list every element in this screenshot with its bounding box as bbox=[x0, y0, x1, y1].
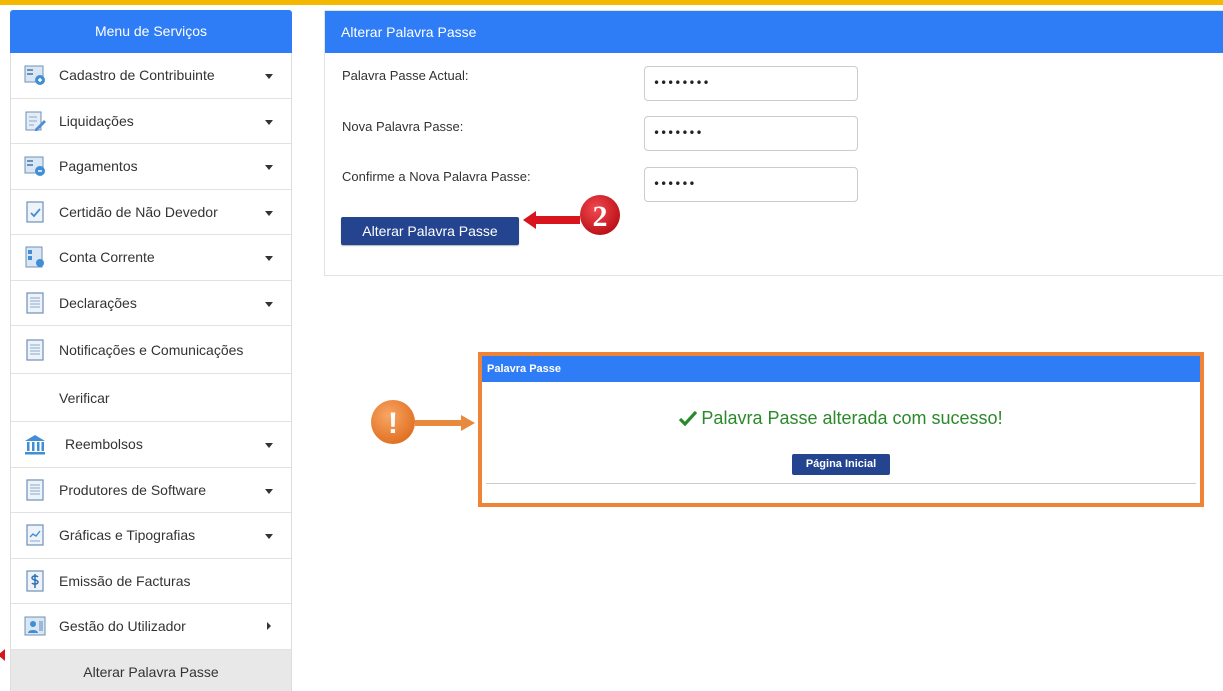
sidebar-item-label: Pagamentos bbox=[59, 158, 138, 175]
chevron-down-icon bbox=[265, 488, 273, 494]
chevron-down-icon bbox=[265, 443, 273, 449]
current-password-row: Palavra Passe Actual: bbox=[342, 68, 468, 83]
form-icon bbox=[24, 65, 45, 86]
sidebar-item-label: Reembolsos bbox=[65, 436, 143, 453]
current-password-field[interactable]: •••••••• bbox=[644, 66, 858, 101]
sidebar-item-gestao-utilizador[interactable]: Gestão do Utilizador bbox=[11, 604, 291, 650]
home-page-button[interactable]: Página Inicial bbox=[792, 454, 890, 475]
user-management-icon bbox=[24, 616, 46, 636]
sidebar-subitem-alterar-palavra-passe[interactable]: Alterar Palavra Passe bbox=[11, 649, 291, 691]
arrow-right-icon bbox=[415, 415, 475, 431]
confirm-password-field[interactable]: •••••• bbox=[644, 167, 858, 202]
print-icon bbox=[26, 524, 44, 546]
sidebar-item-liquidacoes[interactable]: Liquidações bbox=[11, 98, 291, 144]
sidebar-subitem-label: Alterar Palavra Passe bbox=[83, 664, 219, 680]
bank-icon bbox=[25, 435, 45, 455]
confirm-password-label: Confirme a Nova Palavra Passe: bbox=[342, 169, 531, 184]
arrow-left-icon bbox=[523, 211, 580, 229]
sidebar-item-label: Gestão do Utilizador bbox=[59, 618, 186, 635]
sidebar-item-label: Notificações e Comunicações bbox=[59, 341, 244, 358]
alert-symbol: ! bbox=[388, 407, 398, 440]
sidebar-item-graficas[interactable]: Gráficas e Tipografias bbox=[11, 513, 291, 559]
success-dialog: Palavra Passe Palavra Passe alterada com… bbox=[478, 352, 1204, 507]
sidebar-item-label: Certidão de Não Devedor bbox=[59, 203, 218, 220]
step-number: 2 bbox=[593, 200, 608, 233]
chevron-down-icon bbox=[265, 74, 273, 80]
sidebar-item-verificar[interactable]: Verificar bbox=[11, 374, 291, 422]
edit-form-icon bbox=[25, 111, 46, 131]
chevron-down-icon bbox=[265, 210, 273, 216]
top-accent-bar bbox=[0, 0, 1223, 5]
change-password-panel: Alterar Palavra Passe Palavra Passe Actu… bbox=[324, 10, 1223, 276]
sidebar-item-pagamentos[interactable]: Pagamentos bbox=[11, 144, 291, 190]
sidebar-item-label: Gráficas e Tipografias bbox=[59, 527, 196, 544]
check-icon bbox=[679, 410, 698, 426]
service-menu-sidebar: Menu de Serviços Cadastro de Contribuint… bbox=[10, 10, 292, 691]
sidebar-item-reembolsos[interactable]: Reembolsos bbox=[11, 422, 291, 468]
new-password-row: Nova Palavra Passe: bbox=[342, 119, 463, 134]
chevron-down-icon bbox=[265, 256, 273, 262]
service-menu: Cadastro de Contribuinte Liquidações Pag… bbox=[10, 53, 292, 691]
pointer-arrow-icon bbox=[0, 649, 5, 661]
new-password-field[interactable]: ••••••• bbox=[644, 116, 858, 151]
confirm-password-row: Confirme a Nova Palavra Passe: bbox=[342, 169, 531, 184]
document-icon bbox=[26, 479, 44, 501]
chevron-down-icon bbox=[265, 534, 273, 540]
sidebar-item-conta-corrente[interactable]: Conta Corrente bbox=[11, 235, 291, 281]
chevron-down-icon bbox=[265, 165, 273, 171]
change-password-button[interactable]: Alterar Palavra Passe bbox=[341, 217, 519, 245]
step-callout: 2 bbox=[523, 195, 620, 235]
success-message: Palavra Passe alterada com sucesso! bbox=[486, 408, 1196, 429]
account-icon bbox=[25, 246, 44, 268]
sidebar-item-cadastro[interactable]: Cadastro de Contribuinte bbox=[11, 53, 291, 99]
sidebar-item-notificacoes[interactable]: Notificações e Comunicações bbox=[11, 326, 291, 374]
alert-callout: ! bbox=[371, 400, 475, 444]
document-icon bbox=[26, 292, 44, 314]
panel-title: Alterar Palavra Passe bbox=[325, 11, 1223, 53]
sidebar-item-label: Cadastro de Contribuinte bbox=[59, 67, 215, 84]
sidebar-item-produtores-software[interactable]: Produtores de Software bbox=[11, 467, 291, 513]
sidebar-item-emissao-facturas[interactable]: Emissão de Facturas bbox=[11, 558, 291, 604]
sidebar-item-label: Emissão de Facturas bbox=[59, 572, 191, 589]
success-message-text: Palavra Passe alterada com sucesso! bbox=[701, 408, 1003, 428]
dialog-body: Palavra Passe alterada com sucesso! Pági… bbox=[486, 382, 1196, 484]
form-icon bbox=[24, 156, 45, 177]
sidebar-item-label: Liquidações bbox=[59, 112, 134, 129]
sidebar-item-label: Conta Corrente bbox=[59, 249, 155, 266]
chevron-down-icon bbox=[265, 119, 273, 125]
document-icon bbox=[26, 338, 44, 361]
sidebar-item-declaracoes[interactable]: Declarações bbox=[11, 280, 291, 326]
certificate-icon bbox=[26, 201, 44, 223]
sidebar-item-label: Produtores de Software bbox=[59, 481, 207, 498]
sidebar-item-label: Declarações bbox=[59, 294, 137, 311]
sidebar-item-label: Verificar bbox=[59, 389, 110, 406]
sidebar-item-certidao[interactable]: Certidão de Não Devedor bbox=[11, 189, 291, 235]
sidebar-title: Menu de Serviços bbox=[10, 10, 292, 53]
invoice-icon bbox=[26, 570, 44, 592]
dialog-title: Palavra Passe bbox=[482, 356, 1200, 382]
new-password-label: Nova Palavra Passe: bbox=[342, 119, 464, 134]
chevron-down-icon bbox=[265, 301, 273, 307]
chevron-right-icon bbox=[267, 622, 271, 631]
current-password-label: Palavra Passe Actual: bbox=[342, 68, 469, 83]
